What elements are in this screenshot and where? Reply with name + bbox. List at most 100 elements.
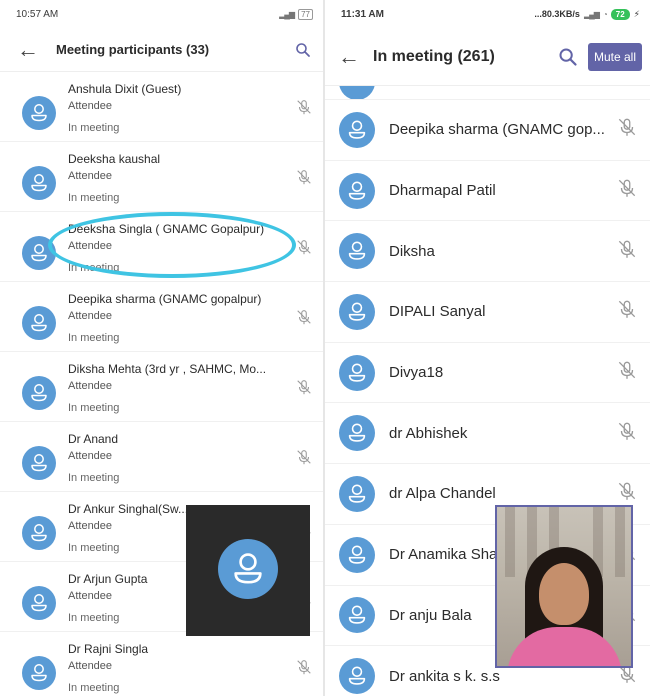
mic-off-icon[interactable] bbox=[616, 116, 638, 143]
person-icon bbox=[22, 96, 56, 130]
list-item[interactable]: DIPALI Sanyal bbox=[325, 282, 650, 343]
video-preview[interactable] bbox=[186, 505, 310, 636]
person-icon bbox=[339, 293, 375, 330]
participant-name: Dr ankita s k. s.s bbox=[389, 667, 500, 685]
status-bar: 10:57 AM ▂▄▆ 77 bbox=[0, 0, 323, 28]
list-item[interactable]: Dr Rajni Singla Attendee In meeting bbox=[0, 632, 323, 696]
person-icon bbox=[339, 536, 375, 573]
list-item[interactable]: dr Abhishek bbox=[325, 403, 650, 465]
list-item[interactable]: Anshula Dixit (Guest) Attendee In meetin… bbox=[0, 72, 323, 142]
participant-name: Dr Rajni Singla bbox=[68, 642, 149, 656]
left-screenshot: 10:57 AM ▂▄▆ 77 ← Meeting participants (… bbox=[0, 0, 323, 696]
participant-status: In meeting bbox=[68, 682, 120, 694]
participant-name: Diksha bbox=[389, 242, 435, 260]
battery-indicator: 72 bbox=[610, 8, 630, 20]
signal-icon: ▂▄▆ bbox=[583, 9, 600, 19]
participant-status: In meeting bbox=[68, 542, 120, 554]
participant-name: Deeksha kaushal bbox=[68, 152, 161, 166]
participant-name: Deepika sharma (GNAMC gopalpur) bbox=[68, 292, 262, 306]
partial-row-top bbox=[325, 86, 650, 100]
wifi-icon: ◔ bbox=[602, 9, 608, 19]
participant-status: In meeting bbox=[68, 472, 120, 484]
mic-off-icon[interactable] bbox=[295, 308, 313, 331]
mic-off-icon[interactable] bbox=[295, 98, 313, 121]
person-icon bbox=[22, 656, 56, 690]
person-icon bbox=[22, 306, 56, 340]
list-item[interactable]: Deeksha kaushal Attendee In meeting bbox=[0, 142, 323, 212]
participant-name: Anshula Dixit (Guest) bbox=[68, 82, 182, 96]
list-item[interactable]: Diksha bbox=[325, 221, 650, 283]
search-icon[interactable] bbox=[548, 28, 588, 86]
person-icon bbox=[22, 516, 56, 550]
person-icon bbox=[339, 658, 375, 695]
person-icon bbox=[339, 111, 375, 148]
page-title: Meeting participants (33) bbox=[56, 42, 210, 57]
signal-icon: ▂▄▆ bbox=[279, 9, 295, 19]
mute-all-button[interactable]: Mute all bbox=[587, 42, 642, 71]
participant-name: dr Abhishek bbox=[389, 424, 468, 442]
person-icon bbox=[339, 172, 375, 209]
app-bar: ← Meeting participants (33) bbox=[0, 28, 323, 72]
person-icon bbox=[22, 586, 56, 620]
person-icon bbox=[339, 597, 375, 634]
person-icon bbox=[339, 475, 375, 512]
network-speed: ...80.3KB/s bbox=[534, 9, 580, 19]
mic-off-icon[interactable] bbox=[295, 168, 313, 191]
list-item[interactable]: Dharmapal Patil bbox=[325, 161, 650, 222]
participant-role: Attendee bbox=[68, 520, 113, 532]
mic-off-icon[interactable] bbox=[295, 658, 313, 681]
list-item[interactable]: Dr Anand Attendee In meeting bbox=[0, 422, 323, 492]
participant-role: Attendee bbox=[68, 660, 113, 672]
person-icon bbox=[218, 539, 278, 599]
person-icon bbox=[339, 415, 375, 452]
participant-name: Deepika sharma (GNAMC gop... bbox=[389, 121, 605, 139]
participant-role: Attendee bbox=[68, 240, 113, 252]
arrow-left-icon[interactable]: ← bbox=[325, 28, 373, 86]
participant-role: Attendee bbox=[68, 380, 113, 392]
participant-name: Dr Anand bbox=[68, 432, 119, 446]
list-item[interactable]: Deepika sharma (GNAMC gopalpur) Attendee… bbox=[0, 282, 323, 352]
mic-off-icon[interactable] bbox=[616, 420, 638, 447]
charging-icon: ⚡ bbox=[633, 8, 640, 19]
participant-role: Attendee bbox=[68, 310, 113, 322]
status-bar: 11:31 AM ...80.3KB/s ▂▄▆ ◔ 72 ⚡ bbox=[325, 0, 650, 28]
status-time: 11:31 AM bbox=[341, 8, 384, 20]
app-bar: ← In meeting (261) Mute all bbox=[325, 28, 650, 86]
person-icon bbox=[339, 354, 375, 391]
mic-off-icon[interactable] bbox=[616, 480, 638, 507]
list-item[interactable]: Diksha Mehta (3rd yr , SAHMC, Mo... Atte… bbox=[0, 352, 323, 422]
participant-role: Attendee bbox=[68, 450, 113, 462]
status-time: 10:57 AM bbox=[16, 8, 59, 20]
arrow-left-icon[interactable]: ← bbox=[0, 28, 56, 72]
mic-off-icon[interactable] bbox=[295, 238, 313, 261]
participant-role: Attendee bbox=[68, 100, 113, 112]
video-feed[interactable] bbox=[495, 505, 633, 668]
mic-off-icon[interactable] bbox=[616, 177, 638, 204]
person-icon bbox=[339, 233, 375, 270]
participant-name: Dharmapal Patil bbox=[389, 182, 496, 200]
list-item[interactable]: Divya18 bbox=[325, 343, 650, 404]
participant-name: Divya18 bbox=[389, 364, 444, 382]
mic-off-icon[interactable] bbox=[616, 238, 638, 265]
person-icon bbox=[22, 166, 56, 200]
mic-off-icon[interactable] bbox=[295, 378, 313, 401]
mic-off-icon[interactable] bbox=[616, 359, 638, 386]
participant-role: Attendee bbox=[68, 170, 113, 182]
participant-status: In meeting bbox=[68, 612, 120, 624]
participant-status: In meeting bbox=[68, 332, 120, 344]
participant-name: Deeksha Singla ( GNAMC Gopalpur) bbox=[68, 222, 265, 236]
participant-status: In meeting bbox=[68, 402, 120, 414]
search-icon[interactable] bbox=[283, 28, 323, 72]
participant-status: In meeting bbox=[68, 192, 120, 204]
mic-off-icon[interactable] bbox=[295, 448, 313, 471]
person-icon bbox=[22, 236, 56, 270]
list-item[interactable]: Deeksha Singla ( GNAMC Gopalpur) Attende… bbox=[0, 212, 323, 282]
participant-name: dr Alpa Chandel bbox=[389, 485, 496, 503]
mic-off-icon[interactable] bbox=[616, 298, 638, 325]
person-icon bbox=[22, 446, 56, 480]
participant-status: In meeting bbox=[68, 122, 120, 134]
participant-name: Diksha Mehta (3rd yr , SAHMC, Mo... bbox=[68, 362, 267, 376]
list-item[interactable]: Deepika sharma (GNAMC gop... bbox=[325, 100, 650, 161]
battery-indicator: 77 bbox=[298, 8, 313, 20]
participant-name: DIPALI Sanyal bbox=[389, 303, 486, 321]
